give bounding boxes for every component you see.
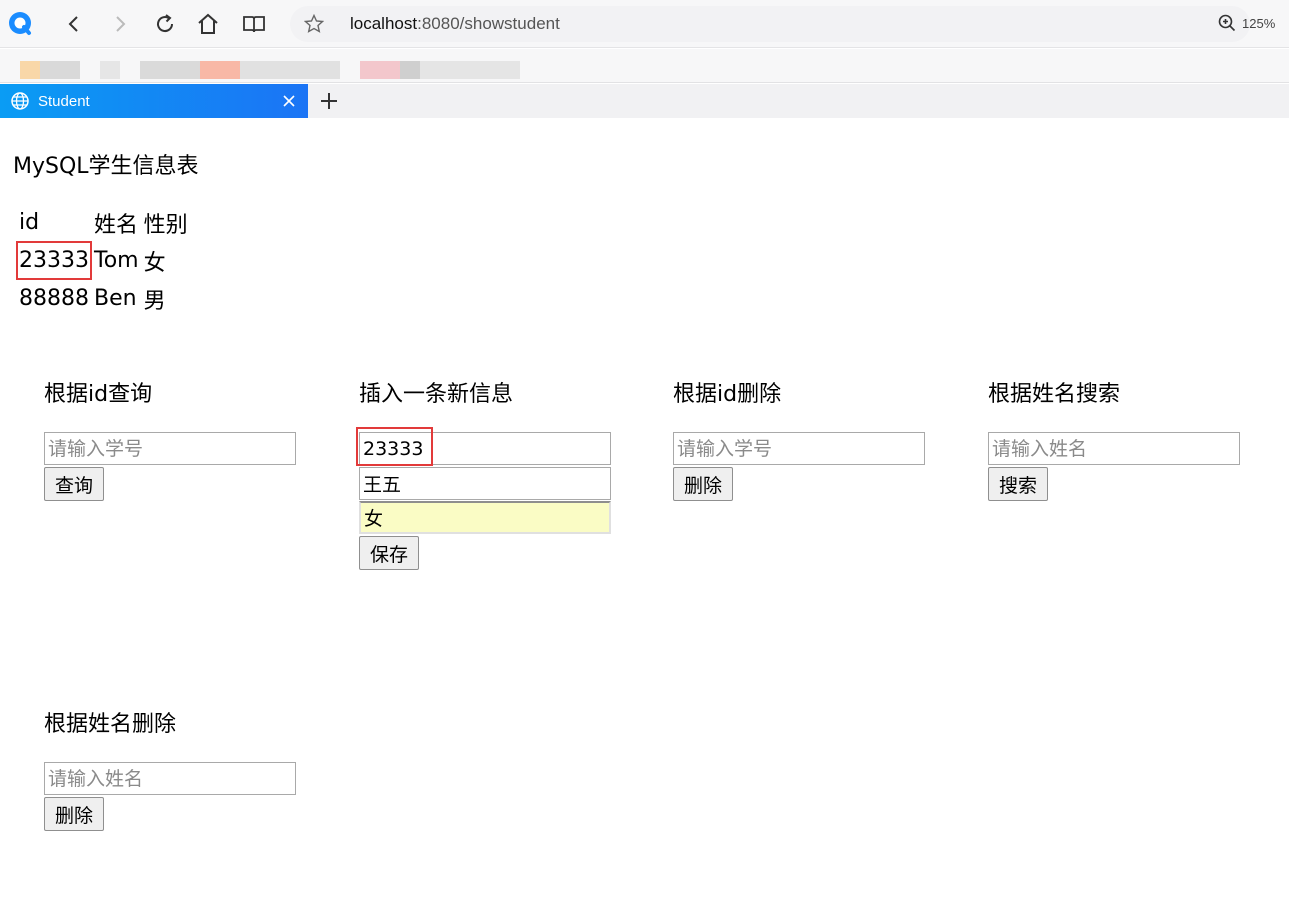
blurred-bookmark[interactable] [40, 61, 80, 79]
blurred-bookmark[interactable] [200, 61, 240, 79]
zoom-level: 125% [1242, 15, 1276, 31]
save-button[interactable]: 保存 [359, 536, 420, 570]
table-row: 23333 Tom 女 [16, 241, 189, 280]
new-tab-icon[interactable] [318, 90, 340, 112]
insert-id-input[interactable] [359, 432, 611, 465]
table-cell-name: Ben [94, 286, 137, 311]
delete-by-id-button[interactable]: 删除 [673, 467, 734, 501]
delete-by-name-title: 根据姓名删除 [44, 712, 177, 737]
search-button[interactable]: 搜索 [988, 467, 1049, 501]
tab-title: Student [38, 92, 90, 110]
table-cell-gender: 男 [143, 288, 166, 314]
forward-icon[interactable] [104, 8, 136, 40]
query-by-id-title: 根据id查询 [44, 382, 153, 407]
blurred-bookmark[interactable] [360, 61, 400, 79]
delete-by-id-title: 根据id删除 [673, 382, 782, 407]
zoom-in-icon [1218, 14, 1236, 32]
query-by-id-form: 根据id查询 查询 [44, 376, 296, 501]
address-bar[interactable]: localhost:8080/showstudent [290, 6, 1250, 42]
page-title: MySQL学生信息表 [13, 154, 199, 179]
page-content: MySQL学生信息表 id 姓名 性别 23333 Tom 女 88888 Be… [0, 118, 1289, 902]
bookmark-star-icon[interactable] [304, 14, 324, 34]
table-cell-id: 23333 [16, 241, 92, 280]
url-path: :8080/showstudent [417, 14, 560, 33]
url-host: localhost [350, 14, 418, 33]
table-cell-id: 88888 [19, 286, 89, 311]
insert-form: 插入一条新信息 保存 [359, 376, 611, 570]
query-id-input[interactable] [44, 432, 296, 465]
delete-by-name-button[interactable]: 删除 [44, 797, 105, 831]
insert-name-input[interactable] [359, 467, 611, 500]
table-cell-name: Tom [94, 248, 139, 273]
search-by-name-form: 根据姓名搜索 搜索 [988, 376, 1240, 501]
search-name-input[interactable] [988, 432, 1240, 465]
delete-id-input[interactable] [673, 432, 925, 465]
tab-student[interactable]: Student [0, 84, 308, 118]
student-table: id 姓名 性别 23333 Tom 女 88888 Ben 男 [15, 202, 192, 319]
back-icon[interactable] [58, 8, 90, 40]
browser-logo-icon[interactable] [4, 8, 36, 40]
delete-by-name-form: 根据姓名删除 删除 [44, 706, 296, 831]
delete-by-id-form: 根据id删除 删除 [673, 376, 925, 501]
search-by-name-title: 根据姓名搜索 [988, 382, 1121, 407]
zoom-indicator[interactable]: 125% [1218, 14, 1275, 32]
query-button[interactable]: 查询 [44, 467, 105, 501]
blurred-bookmark[interactable] [400, 61, 420, 79]
blurred-bookmark[interactable] [100, 61, 120, 79]
bookmarks-bar [0, 49, 1289, 83]
blurred-bookmark[interactable] [140, 61, 200, 79]
browser-toolbar: localhost:8080/showstudent 125% [0, 0, 1289, 48]
insert-title: 插入一条新信息 [359, 382, 514, 407]
table-cell-gender: 女 [143, 250, 166, 276]
home-icon[interactable] [192, 8, 224, 40]
blurred-bookmark[interactable] [20, 61, 40, 79]
reload-icon[interactable] [149, 8, 181, 40]
globe-icon [11, 92, 29, 110]
tab-strip: Student [0, 84, 1289, 118]
table-row: 88888 Ben 男 [18, 281, 189, 316]
url-text[interactable]: localhost:8080/showstudent [350, 14, 560, 34]
blurred-bookmark[interactable] [240, 61, 340, 79]
close-tab-icon[interactable] [280, 92, 298, 110]
table-header-row: id 姓名 性别 [18, 205, 189, 240]
column-header-id: id [19, 210, 40, 235]
column-header-gender: 性别 [143, 212, 188, 238]
blurred-bookmark[interactable] [420, 61, 520, 79]
reading-mode-icon[interactable] [238, 8, 270, 40]
insert-gender-input[interactable] [359, 501, 611, 534]
column-header-name: 姓名 [94, 212, 139, 238]
delete-name-input[interactable] [44, 762, 296, 795]
